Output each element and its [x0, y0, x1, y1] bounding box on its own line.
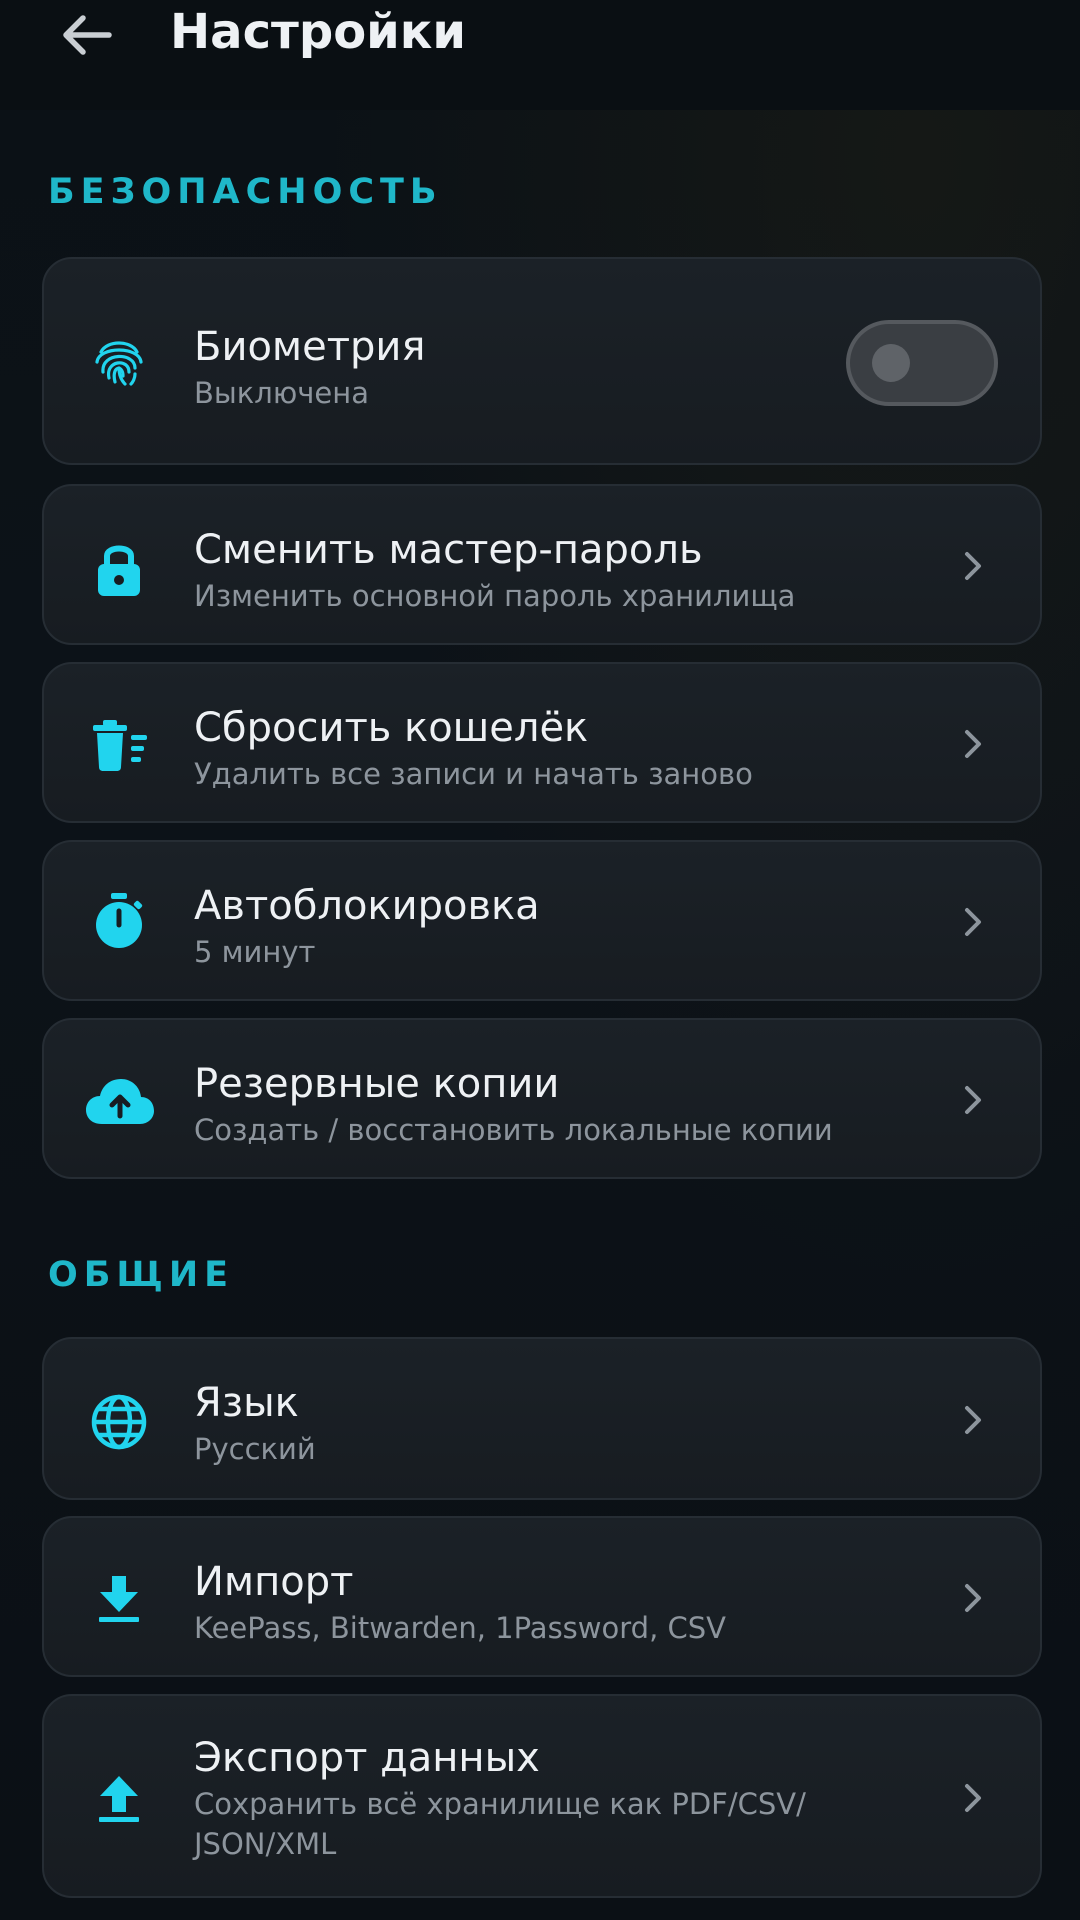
setting-subtitle: Русский [194, 1432, 316, 1466]
chevron-right-icon [958, 1578, 988, 1618]
setting-subtitle: 5 минут [194, 935, 316, 969]
lock-icon [86, 536, 152, 602]
cloud-upload-icon [82, 1068, 158, 1134]
setting-subtitle: Выключена [194, 376, 369, 410]
delete-sweep-icon [86, 712, 152, 778]
setting-subtitle: KeePass, Bitwarden, 1Password, CSV [194, 1611, 726, 1645]
setting-export-data[interactable]: Экспорт данных Сохранить всё хранилище к… [42, 1694, 1042, 1898]
setting-language[interactable]: Язык Русский [42, 1337, 1042, 1500]
timer-icon [86, 888, 152, 954]
chevron-right-icon [958, 902, 988, 942]
setting-title: Сбросить кошелёк [194, 705, 589, 751]
setting-reset-wallet[interactable]: Сбросить кошелёк Удалить все записи и на… [42, 662, 1042, 823]
setting-title: Резервные копии [194, 1061, 560, 1107]
setting-title: Автоблокировка [194, 883, 540, 929]
settings-screen: Настройки БЕЗОПАСНОСТЬ Биометрия Выключе… [0, 0, 1080, 1920]
section-title-security: БЕЗОПАСНОСТЬ [48, 172, 443, 212]
setting-title: Язык [194, 1380, 299, 1426]
chevron-right-icon [958, 1400, 988, 1440]
chevron-right-icon [958, 724, 988, 764]
setting-subtitle: Изменить основной пароль хранилища [194, 579, 796, 613]
page-title: Настройки [170, 4, 467, 60]
top-app-bar: Настройки [0, 0, 1080, 110]
fingerprint-icon [86, 329, 152, 395]
chevron-right-icon [958, 546, 988, 586]
setting-change-master-password[interactable]: Сменить мастер-пароль Изменить основной … [42, 484, 1042, 645]
setting-subtitle: Удалить все записи и начать заново [194, 757, 753, 791]
arrow-back-icon [63, 15, 112, 55]
upload-icon [86, 1766, 152, 1832]
setting-title: Импорт [194, 1559, 354, 1605]
setting-subtitle: Сохранить всё хранилище как PDF/CSV/ JSO… [194, 1787, 806, 1861]
toggle-knob [872, 344, 910, 382]
setting-subtitle: Создать / восстановить локальные копии [194, 1113, 833, 1147]
back-button[interactable] [46, 0, 126, 70]
setting-title: Экспорт данных [194, 1735, 540, 1781]
setting-import[interactable]: Импорт KeePass, Bitwarden, 1Password, CS… [42, 1516, 1042, 1677]
setting-title: Сменить мастер-пароль [194, 527, 703, 573]
chevron-right-icon [958, 1080, 988, 1120]
setting-auto-lock[interactable]: Автоблокировка 5 минут [42, 840, 1042, 1001]
setting-title: Биометрия [194, 324, 426, 370]
globe-icon [86, 1389, 152, 1455]
section-title-general: ОБЩИЕ [48, 1255, 235, 1295]
download-icon [86, 1566, 152, 1632]
setting-biometrics[interactable]: Биометрия Выключена [42, 257, 1042, 465]
biometrics-toggle[interactable] [846, 320, 998, 406]
setting-backups[interactable]: Резервные копии Создать / восстановить л… [42, 1018, 1042, 1179]
chevron-right-icon [958, 1778, 988, 1818]
